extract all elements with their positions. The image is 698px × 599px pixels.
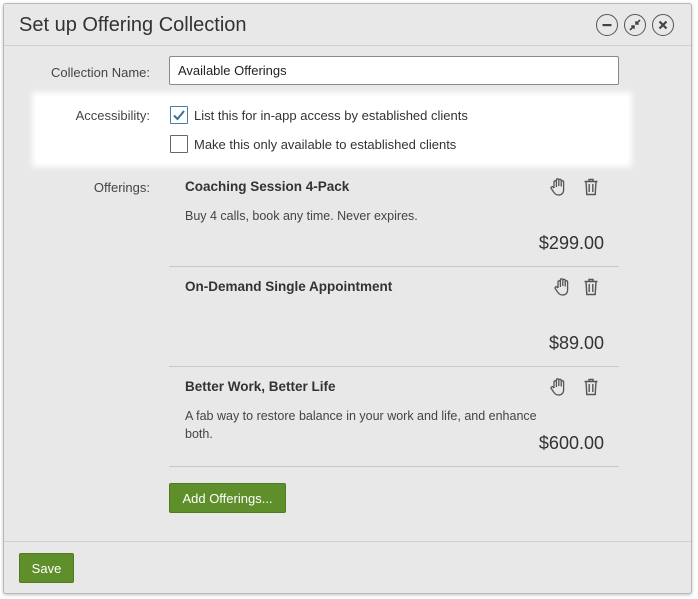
accessibility-label: Accessibility: xyxy=(75,108,150,123)
offering-name: Better Work, Better Life xyxy=(185,379,336,394)
accessibility-panel xyxy=(36,96,628,163)
close-button[interactable] xyxy=(652,14,674,36)
checkmark-icon xyxy=(173,110,185,121)
drag-hand-icon[interactable] xyxy=(549,377,569,397)
drag-hand-icon[interactable] xyxy=(553,277,573,297)
collection-name-label: Collection Name: xyxy=(51,65,150,80)
established-only-checkbox[interactable] xyxy=(170,135,188,153)
minimize-button[interactable] xyxy=(596,14,618,36)
add-offerings-button[interactable]: Add Offerings... xyxy=(169,483,286,513)
footer-divider xyxy=(4,541,691,542)
dialog-title: Set up Offering Collection xyxy=(19,14,247,36)
offerings-label: Offerings: xyxy=(93,180,150,195)
minimize-icon xyxy=(602,24,612,27)
offering-description: A fab way to restore balance in your wor… xyxy=(185,409,537,441)
trash-icon[interactable] xyxy=(583,278,599,296)
in-app-access-label: List this for in-app access by establish… xyxy=(194,108,468,123)
collection-name-input[interactable] xyxy=(169,56,619,85)
offering-price: $600.00 xyxy=(538,433,604,453)
offering-collection-dialog: Set up Offering Collection Collection Na… xyxy=(3,3,692,594)
save-button[interactable]: Save xyxy=(19,553,74,583)
offering-name: On-Demand Single Appointment xyxy=(185,279,393,294)
offering-name: Coaching Session 4-Pack xyxy=(185,179,350,194)
offering-item: Coaching Session 4-Pack Buy 4 calls, boo… xyxy=(169,167,619,267)
in-app-access-checkbox[interactable] xyxy=(170,106,188,124)
offering-price: $89.00 xyxy=(548,333,604,353)
collapse-icon xyxy=(629,19,641,31)
dialog-titlebar: Set up Offering Collection xyxy=(4,4,691,46)
close-icon xyxy=(658,20,668,30)
trash-icon[interactable] xyxy=(583,178,599,196)
offering-item: On-Demand Single Appointment $89.00 xyxy=(169,267,619,367)
offering-description: Buy 4 calls, book any time. Never expire… xyxy=(185,209,418,223)
drag-hand-icon[interactable] xyxy=(549,177,569,197)
established-only-label: Make this only available to established … xyxy=(194,137,457,152)
offering-item: Better Work, Better Life A fab way to re… xyxy=(169,367,619,467)
collapse-button[interactable] xyxy=(624,14,646,36)
offering-price: $299.00 xyxy=(538,233,604,253)
trash-icon[interactable] xyxy=(583,378,599,396)
